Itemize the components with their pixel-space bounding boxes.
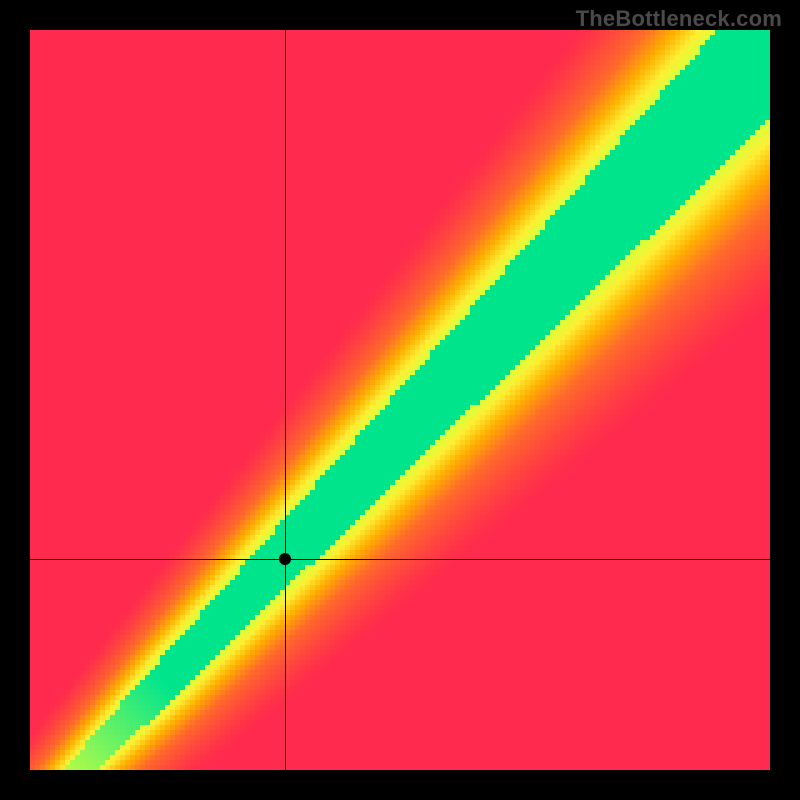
chart-frame: TheBottleneck.com [0, 0, 800, 800]
crosshair-horizontal [30, 559, 770, 560]
bottleneck-heatmap [30, 30, 770, 770]
selection-marker [279, 553, 291, 565]
crosshair-vertical [285, 30, 286, 770]
watermark-text: TheBottleneck.com [576, 6, 782, 32]
